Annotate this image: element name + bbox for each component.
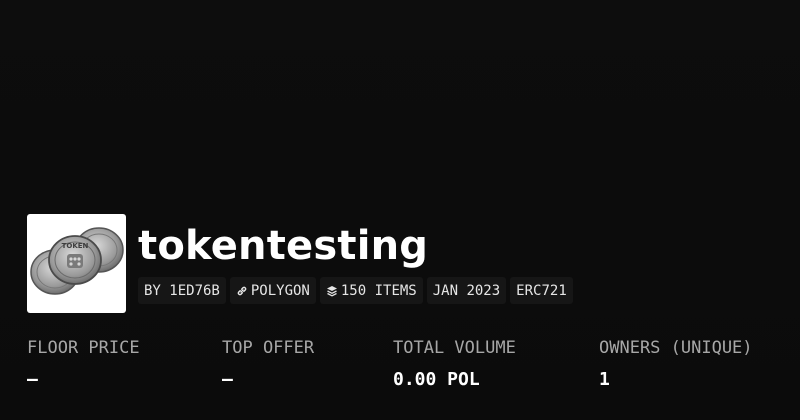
owners-label: OWNERS (UNIQUE) — [599, 338, 753, 358]
standard-label: ERC721 — [516, 282, 567, 299]
standard-tag: ERC721 — [510, 277, 573, 304]
top-offer-value: — — [222, 369, 233, 390]
layers-icon — [326, 285, 338, 297]
owners-value: 1 — [599, 369, 610, 390]
floor-price-value: — — [27, 369, 38, 390]
date-label: JAN 2023 — [432, 282, 501, 299]
top-offer-label: TOP OFFER — [222, 338, 315, 358]
date-tag: JAN 2023 — [426, 277, 507, 304]
collection-title: tokentesting — [138, 223, 429, 269]
collection-stats: FLOOR PRICE — TOP OFFER — TOTAL VOLUME 0… — [27, 336, 787, 400]
chain-label: POLYGON — [250, 282, 310, 299]
chain-tag[interactable]: POLYGON — [229, 277, 316, 304]
collection-avatar: TOKEN — [27, 214, 126, 313]
items-label: 150 ITEMS — [340, 282, 417, 299]
creator-tag[interactable]: BY 1ED76B — [138, 277, 226, 304]
total-volume-value: 0.00 POL — [393, 369, 480, 390]
stat-owners: OWNERS (UNIQUE) 1 — [599, 336, 753, 392]
collection-tags: BY 1ED76B POLYGON 150 ITEMS JAN 2023 ERC… — [138, 277, 573, 304]
total-volume-label: TOTAL VOLUME — [393, 338, 516, 358]
creator-label: BY 1ED76B — [144, 282, 220, 299]
stat-top-offer: TOP OFFER — — [222, 336, 314, 392]
coin-stack-icon: TOKEN — [30, 227, 124, 295]
stat-total-volume: TOTAL VOLUME 0.00 POL — [393, 336, 516, 392]
stat-floor-price: FLOOR PRICE — — [27, 336, 140, 392]
items-tag[interactable]: 150 ITEMS — [319, 277, 423, 304]
link-icon — [236, 285, 248, 297]
coin-label: TOKEN — [62, 242, 89, 250]
floor-price-label: FLOOR PRICE — [27, 338, 140, 358]
